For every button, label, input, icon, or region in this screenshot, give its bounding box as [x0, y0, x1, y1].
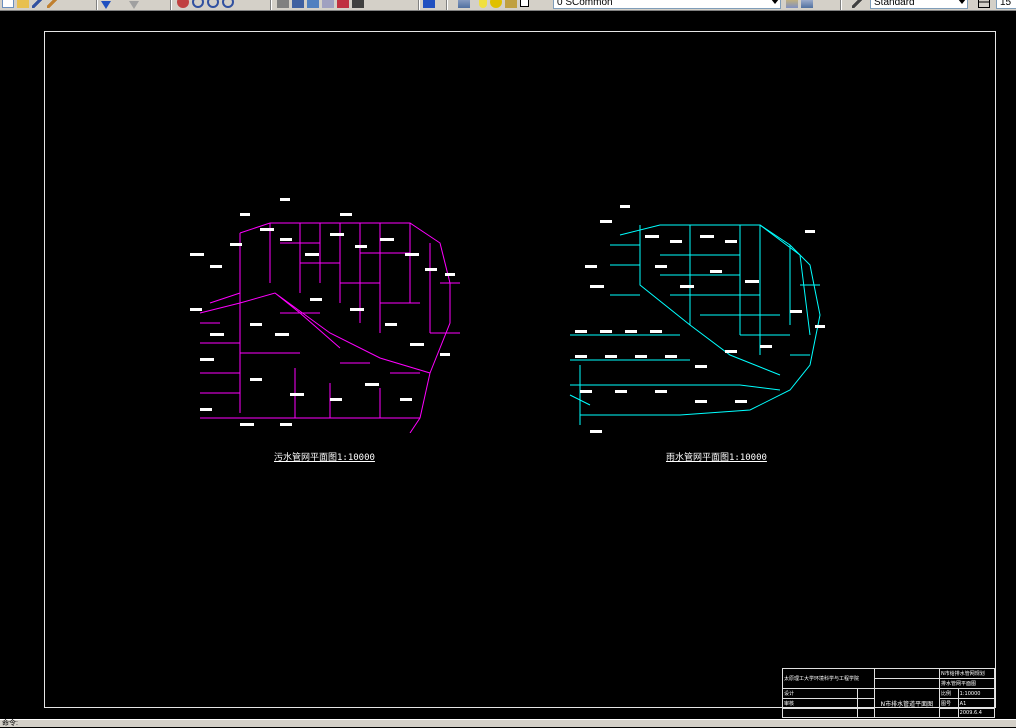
brush-icon[interactable] — [47, 0, 59, 8]
sheet-label: 图号 — [939, 698, 959, 710]
text-style-dropdown[interactable]: Standard — [870, 0, 968, 9]
zoom-window-icon[interactable] — [207, 0, 219, 8]
dim-style-dropdown-value: 15 — [1000, 0, 1012, 8]
zoom-group — [177, 0, 237, 8]
stormwater-plan-caption: 雨水管网平面图1:10000 — [666, 453, 767, 463]
layers-group — [458, 0, 532, 8]
sewage-network-plan — [180, 183, 470, 433]
arrow-icon[interactable] — [114, 0, 126, 8]
zoom-realtime-icon[interactable] — [192, 0, 204, 8]
title-block-cell — [856, 708, 875, 718]
command-prompt: 命令: — [2, 720, 18, 727]
markup-icon[interactable] — [337, 0, 349, 8]
layer-tools-group — [786, 0, 816, 8]
date-value: 2009.6.4 — [957, 708, 996, 718]
layer-dropdown[interactable]: 0 SCommon — [553, 0, 781, 9]
stormwater-pipes — [569, 224, 821, 425]
drawing-canvas[interactable]: 污水管网平面图1:10000 雨水管网平面图1:10000 太原理工大学环境科学… — [0, 11, 1016, 719]
styles-group — [852, 0, 867, 8]
stormwater-labels — [575, 205, 825, 433]
scale-label: 比例 — [939, 688, 959, 700]
toolbar-separator — [96, 0, 97, 10]
title-block-table: 太原理工大学环境科学与工程学院 N市给排水管网规划 排水管网平面图 设计 N市排… — [781, 667, 996, 718]
open-icon[interactable] — [17, 0, 29, 8]
school-name: 太原理工大学环境科学与工程学院 — [781, 667, 876, 690]
title-block-cell — [939, 708, 959, 718]
calculator-icon[interactable] — [352, 0, 364, 8]
chevron-down-icon — [958, 0, 966, 4]
sewage-pipes — [199, 222, 460, 433]
sheet-set-icon[interactable] — [322, 0, 334, 8]
title-block-cell — [782, 708, 858, 718]
layer-state-icon[interactable] — [786, 0, 798, 8]
design-label: 设计 — [782, 688, 858, 700]
dim-style-dropdown[interactable]: 15 — [996, 0, 1016, 9]
new-icon[interactable] — [2, 0, 14, 8]
tool-palette-icon[interactable] — [307, 0, 319, 8]
toolbar-separator — [418, 0, 419, 10]
zoom-previous-icon[interactable] — [222, 0, 234, 8]
help-icon[interactable] — [423, 0, 435, 8]
help-group — [423, 0, 438, 8]
stormwater-network-drawing — [569, 205, 825, 433]
sewage-labels — [190, 198, 455, 426]
sheet-value: A1 — [957, 698, 996, 710]
title-block-cell — [856, 688, 875, 700]
lock-icon[interactable] — [505, 0, 517, 8]
title-block-cell — [856, 698, 875, 710]
undo-redo-group — [101, 0, 142, 9]
pan-icon[interactable] — [177, 0, 189, 8]
toolbar: 0 SCommon Standard 15 — [0, 0, 1016, 11]
bulb-icon[interactable] — [479, 0, 487, 8]
sun-icon[interactable] — [490, 0, 502, 8]
drawing-title: N市给排水管网规划 — [938, 667, 996, 680]
layers-icon[interactable] — [458, 0, 470, 8]
chevron-down-icon — [771, 0, 779, 4]
text-style-icon[interactable] — [852, 0, 864, 8]
drawing-subtitle: 排水管网平面图 — [938, 678, 996, 690]
text-style-dropdown-value: Standard — [874, 0, 915, 8]
layer-dropdown-value: 0 SCommon — [557, 0, 613, 8]
toolbar-separator — [170, 0, 171, 10]
design-center-icon[interactable] — [292, 0, 304, 8]
title-block-cell — [874, 678, 940, 690]
palettes-group — [277, 0, 367, 8]
check-label: 审核 — [782, 698, 858, 710]
pencil-icon[interactable] — [32, 0, 44, 8]
toolbar-separator — [270, 0, 271, 10]
toolbar-separator — [446, 0, 447, 10]
layer-prev-icon[interactable] — [801, 0, 813, 8]
scale-value: 1:10000 — [957, 688, 996, 700]
sewage-network-drawing — [190, 198, 460, 433]
toolbar-separator — [840, 0, 841, 10]
title-block-cell — [874, 667, 940, 680]
dim-style-icon[interactable] — [978, 0, 990, 8]
title-block: 太原理工大学环境科学与工程学院 N市给排水管网规划 排水管网平面图 设计 N市排… — [781, 667, 996, 718]
dim-style-group — [978, 0, 993, 8]
properties-icon[interactable] — [277, 0, 289, 8]
color-icon[interactable] — [520, 0, 529, 7]
down-arrow-icon[interactable] — [129, 1, 139, 9]
standard-toolbar — [2, 0, 62, 8]
drawing-name: N市排水管道平面图 — [873, 688, 941, 718]
sewage-plan-caption: 污水管网平面图1:10000 — [274, 453, 375, 463]
down-arrow-icon[interactable] — [101, 1, 111, 9]
stormwater-network-plan — [560, 185, 840, 435]
